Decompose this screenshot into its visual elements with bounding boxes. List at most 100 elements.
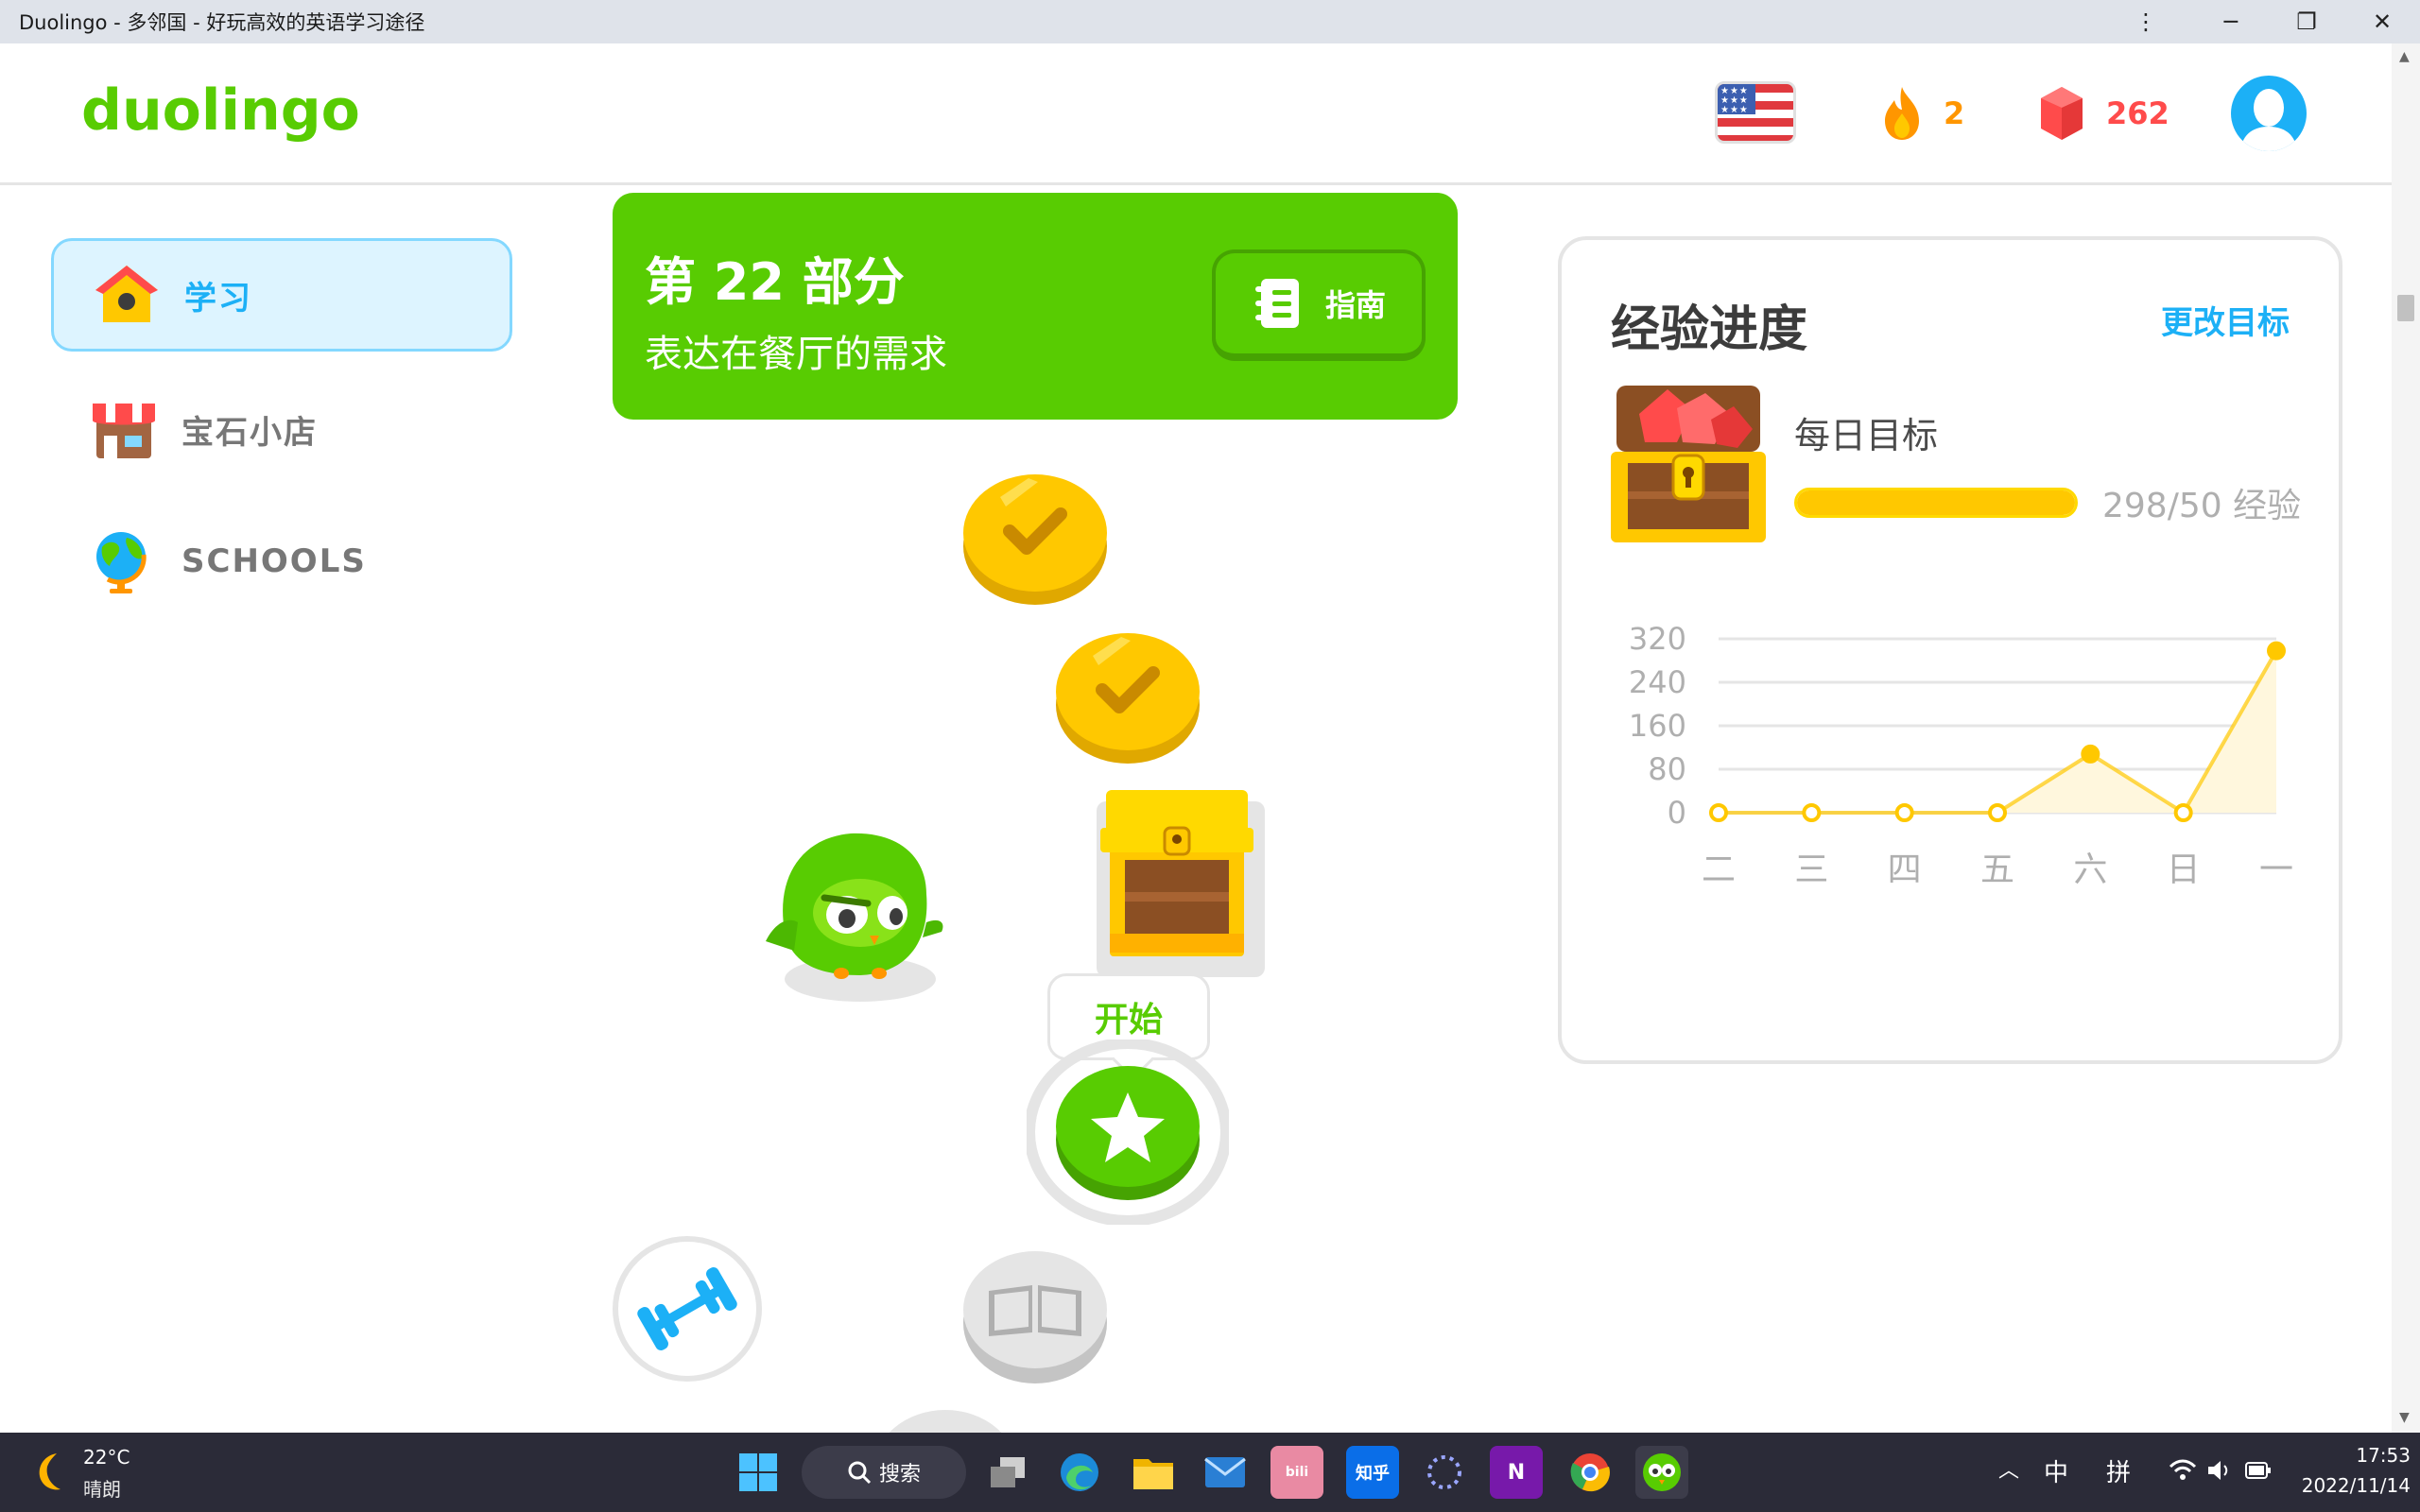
xp-progress-title: 经验进度	[1611, 301, 1808, 358]
dotted-circle-icon[interactable]	[1418, 1446, 1471, 1499]
file-explorer-icon[interactable]	[1127, 1446, 1180, 1499]
completed-lesson-node[interactable]	[962, 469, 1108, 607]
chart-x-tick-label: 四	[1888, 850, 1922, 889]
chart-y-tick-label: 80	[1648, 751, 1686, 787]
app-header: duolingo ★★★ ★★★ ★★★ 2 262	[0, 43, 2392, 185]
chart-x-tick-label: 六	[2073, 850, 2107, 889]
us-flag-icon[interactable]: ★★★ ★★★ ★★★	[1715, 81, 1796, 144]
chart-y-tick-label: 240	[1629, 664, 1686, 700]
chart-point	[1894, 803, 1914, 822]
chart-x-tick-label: 一	[2259, 850, 2293, 889]
sidebar-item-label: SCHOOLS	[182, 542, 367, 580]
story-node[interactable]	[960, 1247, 1110, 1385]
chart-x-tick-label: 二	[1702, 850, 1736, 889]
daily-goal-label: 每日目标	[1794, 415, 1939, 456]
windows-taskbar: 22°C 晴朗 搜索 bili 知乎 N ︿ 中 拼 17:53 2022/11…	[0, 1433, 2420, 1512]
chart-x-tick-label: 三	[1794, 850, 1828, 889]
mail-icon[interactable]	[1199, 1446, 1252, 1499]
notebook-icon	[1254, 279, 1299, 328]
duo-owl-mascot	[766, 833, 943, 1002]
chart-area	[1719, 650, 2276, 813]
minimize-button[interactable]: ─	[2197, 0, 2265, 43]
daily-goal-progress-bar	[1794, 488, 2078, 518]
zhihu-icon[interactable]: 知乎	[1346, 1446, 1399, 1499]
sidebar-item-label: 宝石小店	[182, 413, 318, 452]
unit-title: 第 22 部分	[645, 252, 905, 312]
edge-icon[interactable]	[1053, 1446, 1106, 1499]
current-lesson-node[interactable]	[1027, 1040, 1229, 1225]
ime-mode[interactable]: 拼	[2106, 1453, 2131, 1488]
wifi-icon[interactable]	[2169, 1459, 2197, 1482]
completed-lesson-node[interactable]	[1055, 627, 1201, 765]
gem-icon	[2041, 87, 2083, 140]
streak-counter[interactable]: 2	[1877, 81, 1964, 146]
taskbar-date[interactable]: 2022/11/14	[2269, 1474, 2411, 1497]
streak-count: 2	[1944, 95, 1965, 131]
page-scrollbar[interactable]: ▲ ▼	[2392, 43, 2420, 1433]
taskbar-search[interactable]: 搜索	[802, 1446, 966, 1499]
onenote-label: N	[1507, 1460, 1526, 1485]
avatar-icon	[2240, 89, 2297, 151]
chart-y-tick-label: 0	[1668, 795, 1686, 831]
chart-point	[1988, 803, 2007, 822]
start-label: 开始	[1094, 1001, 1163, 1040]
restore-button[interactable]: ❐	[2273, 0, 2341, 43]
duolingo-logo[interactable]: duolingo	[81, 77, 360, 144]
chart-series-line	[1719, 649, 2278, 816]
globe-icon	[89, 526, 159, 596]
taskbar-time[interactable]: 17:53	[2316, 1444, 2411, 1467]
weekly-xp-chart: 320 240 160 80 0二 三 四 五 六 日 一	[1629, 626, 2293, 889]
chart-point	[1709, 803, 1728, 822]
change-goal-link[interactable]: 更改目标	[2161, 297, 2290, 343]
avatar[interactable]	[2231, 76, 2307, 151]
windows-start-icon[interactable]	[737, 1452, 779, 1493]
onenote-icon[interactable]: N	[1490, 1446, 1543, 1499]
chart-y-tick-label: 320	[1629, 626, 1686, 657]
shop-icon	[89, 394, 159, 464]
gems-count: 262	[2106, 95, 2169, 131]
moon-icon[interactable]	[28, 1450, 72, 1493]
scroll-thumb[interactable]	[2397, 295, 2414, 321]
fire-icon	[1885, 87, 1919, 140]
gems-counter[interactable]: 262	[2038, 81, 2169, 146]
sidebar-item-shop[interactable]: 宝石小店	[51, 372, 512, 486]
sidebar-item-schools[interactable]: SCHOOLS	[51, 505, 512, 618]
scroll-down-icon[interactable]: ▼	[2399, 1410, 2410, 1425]
search-icon	[848, 1461, 872, 1485]
sidebar-item-label: 学习	[184, 279, 252, 318]
daily-goal-progress-fill	[1797, 490, 2075, 515]
close-button[interactable]: ✕	[2348, 0, 2416, 43]
bilibili-icon[interactable]: bili	[1270, 1446, 1323, 1499]
treasure-chest-icon	[1611, 386, 1766, 542]
guidebook-button[interactable]: 指南	[1212, 249, 1426, 361]
chart-y-tick-label: 160	[1629, 708, 1686, 744]
chart-point	[1802, 803, 1822, 822]
weather-condition[interactable]: 晴朗	[83, 1474, 121, 1502]
chrome-icon[interactable]	[1564, 1446, 1616, 1499]
sidebar-item-learn[interactable]: 学习	[51, 238, 512, 352]
chart-x-tick-label: 五	[1980, 850, 2014, 889]
practice-node[interactable]	[613, 1236, 762, 1382]
next-lesson-node[interactable]	[870, 1404, 1021, 1433]
chart-point	[2267, 641, 2286, 661]
treasure-chest-node[interactable]	[1097, 790, 1267, 979]
more-options-icon[interactable]: ⋮	[2112, 0, 2180, 43]
ime-language[interactable]: 中	[2044, 1453, 2068, 1488]
zhihu-label: 知乎	[1356, 1464, 1390, 1484]
chart-point	[2173, 803, 2193, 822]
duolingo-taskbar-icon[interactable]	[1635, 1446, 1688, 1499]
home-icon	[92, 260, 162, 330]
unit-subtitle: 表达在餐厅的需求	[645, 333, 947, 376]
scroll-up-icon[interactable]: ▲	[2399, 49, 2410, 64]
task-view-icon[interactable]	[981, 1446, 1034, 1499]
chart-x-tick-label: 日	[2167, 850, 2201, 889]
weather-temperature[interactable]: 22°C	[83, 1446, 130, 1469]
show-hidden-icons-icon[interactable]: ︿	[1998, 1453, 2019, 1484]
guidebook-label: 指南	[1324, 287, 1386, 323]
window-title: Duolingo - 多邻国 - 好玩高效的英语学习途径	[19, 11, 425, 34]
unit-header: 第 22 部分 表达在餐厅的需求 指南	[613, 193, 1458, 420]
search-label: 搜索	[878, 1463, 921, 1486]
chart-point	[2081, 744, 2100, 764]
window-titlebar: Duolingo - 多邻国 - 好玩高效的英语学习途径 ⋮ ─ ❐ ✕	[0, 0, 2420, 43]
volume-icon[interactable]	[2206, 1459, 2233, 1482]
